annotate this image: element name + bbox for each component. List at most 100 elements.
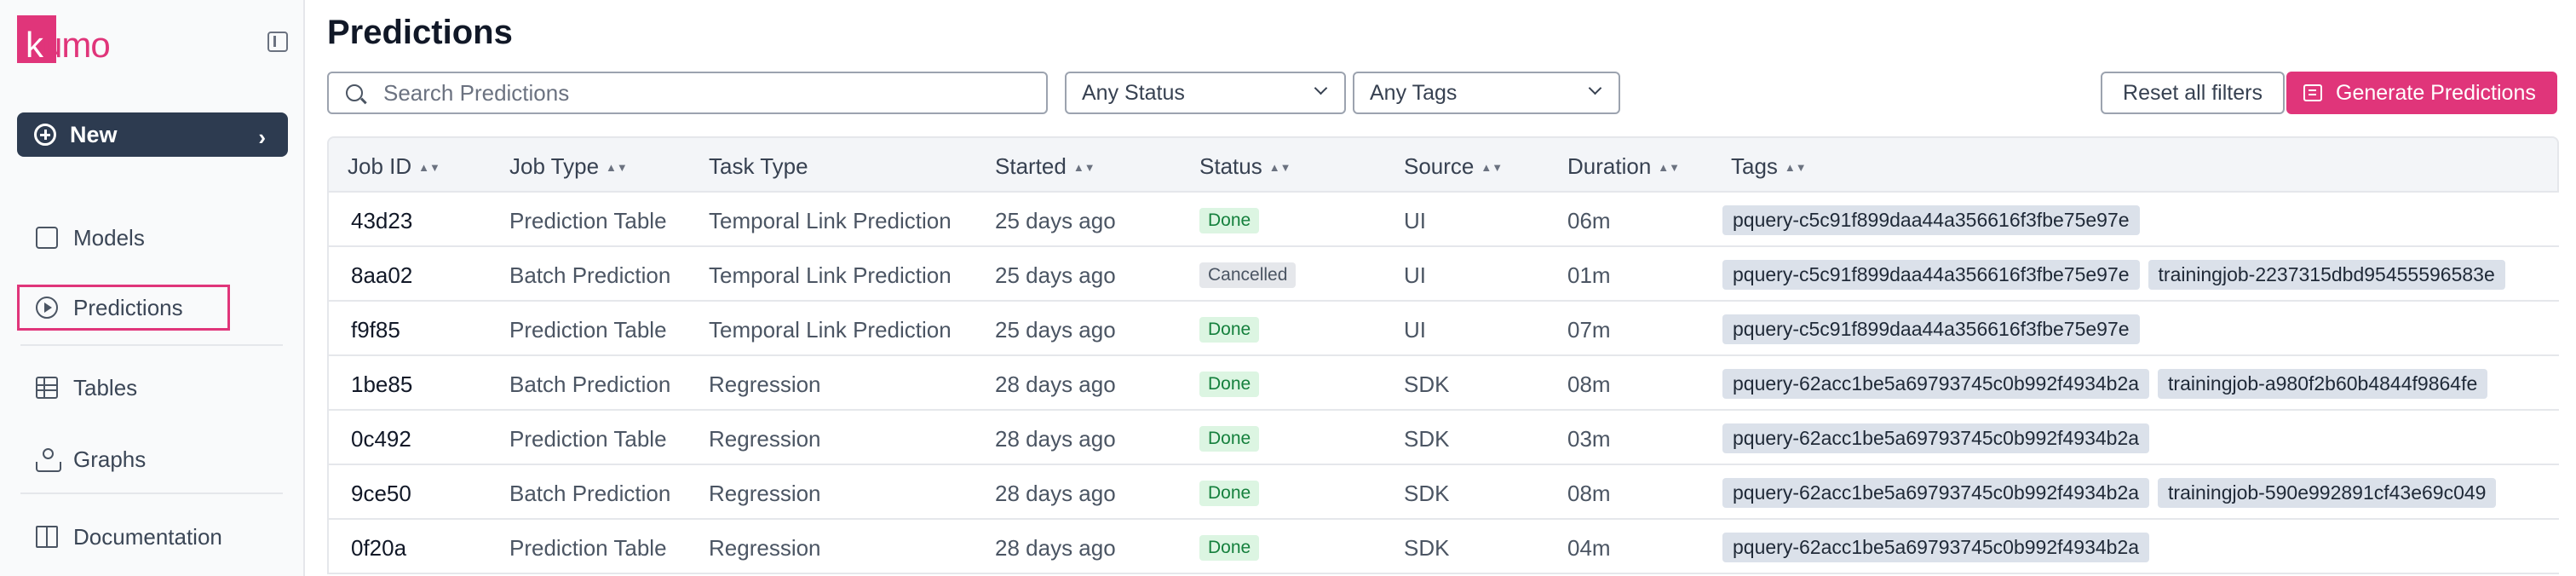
- new-button[interactable]: New ›: [17, 112, 288, 157]
- cell-duration: 03m: [1567, 426, 1611, 452]
- cell-job-id: 1be85: [351, 372, 413, 397]
- column-header-started[interactable]: Started ▲▼: [995, 153, 1095, 180]
- sidebar: kumo New › Models Predictions Tables Gra…: [0, 0, 305, 576]
- tag-chip[interactable]: pquery-c5c91f899daa44a356616f3fbe75e97e: [1722, 260, 2140, 290]
- cell-duration: 08m: [1567, 372, 1611, 397]
- cell-started: 28 days ago: [995, 481, 1116, 506]
- sidebar-item-models[interactable]: Models: [17, 215, 288, 261]
- cell-job-type: Prediction Table: [509, 317, 667, 343]
- new-button-label: New: [70, 121, 118, 147]
- cell-source: UI: [1404, 262, 1426, 288]
- book-icon: [36, 526, 58, 548]
- table-row[interactable]: 0f20a Prediction Table Regression 28 days a…: [327, 520, 2559, 574]
- table-row[interactable]: 0c492 Prediction Table Regression 28 days a…: [327, 411, 2559, 465]
- sidebar-item-graphs[interactable]: Graphs: [17, 436, 288, 482]
- column-header-task-type: Task Type: [709, 153, 808, 179]
- tag-chip[interactable]: pquery-62acc1be5a69793745c0b992f4934b2a: [1722, 533, 2150, 562]
- collapse-sidebar-icon[interactable]: [267, 32, 288, 52]
- main-content: Predictions Any Status Any Tags Reset al…: [327, 0, 2559, 576]
- column-header-status[interactable]: Status ▲▼: [1199, 153, 1291, 180]
- sidebar-item-label: Predictions: [73, 294, 183, 320]
- cell-task-type: Regression: [709, 372, 821, 397]
- search-input[interactable]: [383, 79, 1031, 107]
- status-badge: Done: [1199, 535, 1260, 561]
- tags-filter-select[interactable]: Any Tags: [1353, 72, 1620, 114]
- cell-task-type: Regression: [709, 426, 821, 452]
- cell-tags: pquery-62acc1be5a69793745c0b992f4934b2a t…: [1722, 478, 2497, 508]
- cell-source: SDK: [1404, 535, 1450, 561]
- sort-icon: ▲▼: [1268, 160, 1291, 174]
- cell-duration: 04m: [1567, 535, 1611, 561]
- cell-task-type: Temporal Link Prediction: [709, 262, 952, 288]
- cell-duration: 08m: [1567, 481, 1611, 506]
- table-body: 43d23 Prediction Table Temporal Link Predi…: [327, 193, 2559, 574]
- reset-filters-button[interactable]: Reset all filters: [2101, 72, 2285, 114]
- status-filter-value: Any Status: [1082, 80, 1185, 105]
- cell-source: SDK: [1404, 481, 1450, 506]
- cell-task-type: Temporal Link Prediction: [709, 208, 952, 233]
- sort-icon: ▲▼: [418, 160, 440, 174]
- status-filter-select[interactable]: Any Status: [1065, 72, 1346, 114]
- column-header-tags[interactable]: Tags ▲▼: [1731, 153, 1807, 180]
- cell-tags: pquery-c5c91f899daa44a356616f3fbe75e97e: [1722, 314, 2140, 344]
- tag-chip[interactable]: pquery-62acc1be5a69793745c0b992f4934b2a: [1722, 423, 2150, 453]
- sidebar-divider: [20, 344, 283, 346]
- table-row[interactable]: f9f85 Prediction Table Temporal Link Predi…: [327, 302, 2559, 356]
- table-row[interactable]: 1be85 Batch Prediction Regression 28 days a…: [327, 356, 2559, 411]
- cell-task-type: Regression: [709, 535, 821, 561]
- search-box[interactable]: [327, 72, 1048, 114]
- table-row[interactable]: 9ce50 Batch Prediction Regression 28 days a…: [327, 465, 2559, 520]
- cell-tags: pquery-62acc1be5a69793745c0b992f4934b2a t…: [1722, 369, 2488, 399]
- cell-source: UI: [1404, 317, 1426, 343]
- sidebar-item-label: Graphs: [73, 446, 147, 472]
- cell-job-id: 43d23: [351, 208, 413, 233]
- column-header-job-id[interactable]: Job ID ▲▼: [348, 153, 440, 180]
- tag-chip[interactable]: pquery-62acc1be5a69793745c0b992f4934b2a: [1722, 478, 2150, 508]
- cell-started: 25 days ago: [995, 317, 1116, 343]
- sidebar-item-documentation[interactable]: Documentation: [17, 514, 288, 560]
- chevron-down-icon: [1588, 81, 1602, 95]
- tag-chip[interactable]: trainingjob-590e992891cf43e69c049: [2158, 478, 2497, 508]
- status-badge: Done: [1199, 426, 1260, 452]
- status-badge: Done: [1199, 317, 1260, 343]
- cell-tags: pquery-c5c91f899daa44a356616f3fbe75e97e t…: [1722, 260, 2505, 290]
- cell-started: 25 days ago: [995, 208, 1116, 233]
- tag-chip[interactable]: trainingjob-2237315dbd95455596583e: [2148, 260, 2505, 290]
- graph-icon: [36, 448, 61, 472]
- table-row[interactable]: 43d23 Prediction Table Temporal Link Predi…: [327, 193, 2559, 247]
- generate-predictions-button[interactable]: Generate Predictions: [2286, 72, 2557, 114]
- cell-tags: pquery-c5c91f899daa44a356616f3fbe75e97e: [1722, 205, 2140, 235]
- cell-started: 25 days ago: [995, 262, 1116, 288]
- table-header: Job ID ▲▼ Job Type ▲▼ Task Type Started ▲▼ …: [327, 136, 2559, 193]
- cell-job-type: Batch Prediction: [509, 481, 671, 506]
- chevron-down-icon: [1314, 81, 1328, 95]
- status-badge: Done: [1199, 372, 1260, 397]
- cell-job-id: 0f20a: [351, 535, 407, 561]
- cell-tags: pquery-62acc1be5a69793745c0b992f4934b2a: [1722, 423, 2150, 453]
- status-badge: Done: [1199, 208, 1260, 233]
- sidebar-item-predictions[interactable]: Predictions: [17, 285, 230, 331]
- cell-job-type: Prediction Table: [509, 426, 667, 452]
- cell-started: 28 days ago: [995, 372, 1116, 397]
- chevron-right-icon: ›: [258, 124, 266, 150]
- sidebar-divider: [20, 492, 283, 494]
- generate-predictions-label: Generate Predictions: [2336, 80, 2536, 105]
- tag-chip[interactable]: trainingjob-a980f2b60b4844f9864fe: [2158, 369, 2488, 399]
- tag-chip[interactable]: pquery-c5c91f899daa44a356616f3fbe75e97e: [1722, 205, 2140, 235]
- column-header-source[interactable]: Source ▲▼: [1404, 153, 1503, 180]
- cell-job-type: Batch Prediction: [509, 372, 671, 397]
- sort-icon: ▲▼: [1072, 160, 1095, 174]
- tag-chip[interactable]: pquery-c5c91f899daa44a356616f3fbe75e97e: [1722, 314, 2140, 344]
- plus-circle-icon: [34, 124, 56, 146]
- status-badge: Cancelled: [1199, 262, 1297, 288]
- table-icon: [36, 377, 58, 399]
- kumo-logo[interactable]: kumo: [17, 15, 111, 63]
- sort-icon: ▲▼: [1481, 160, 1504, 174]
- cell-job-id: f9f85: [351, 317, 400, 343]
- column-header-job-type[interactable]: Job Type ▲▼: [509, 153, 628, 180]
- table-row[interactable]: 8aa02 Batch Prediction Temporal Link Predi…: [327, 247, 2559, 302]
- column-header-duration[interactable]: Duration ▲▼: [1567, 153, 1680, 180]
- tag-chip[interactable]: pquery-62acc1be5a69793745c0b992f4934b2a: [1722, 369, 2150, 399]
- sidebar-item-tables[interactable]: Tables: [17, 365, 288, 411]
- tags-filter-value: Any Tags: [1370, 80, 1458, 105]
